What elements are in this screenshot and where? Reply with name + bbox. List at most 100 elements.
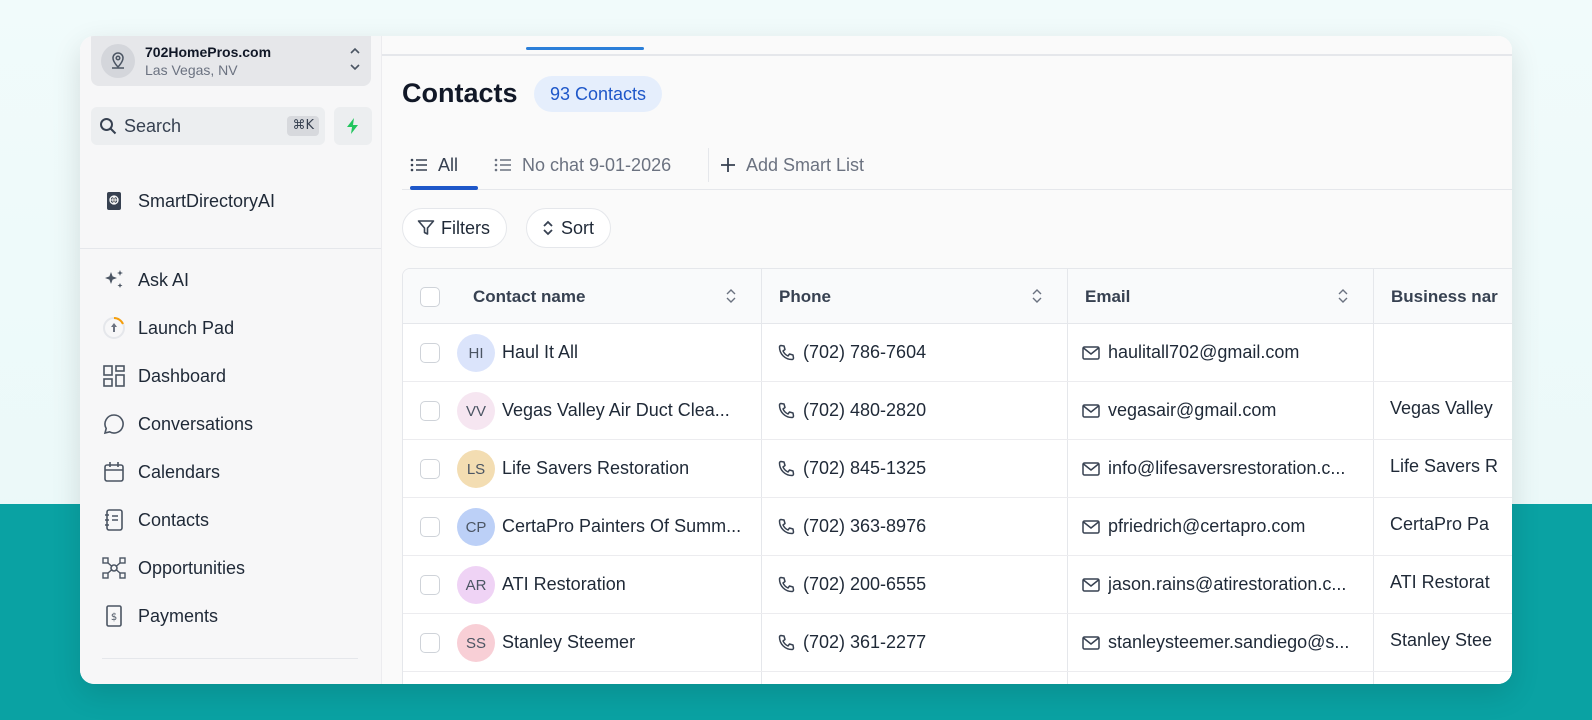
table-row[interactable]: AR ATI Restoration (702) 200-6555 jason.rai… [403,556,1512,614]
business-name: Life Savers R [1390,456,1499,476]
filters-button[interactable]: Filters [402,208,507,248]
row-checkbox[interactable] [420,633,440,653]
filters-label: Filters [441,217,490,238]
payments-icon: $ [102,604,126,628]
search-icon [99,117,117,135]
chat-icon [102,412,126,436]
app-window: 702HomePros.com Las Vegas, NV Search ⌘K … [80,36,1512,684]
opportunities-icon [102,556,126,580]
email-address[interactable]: info@lifesaversrestoration.c... [1108,458,1371,479]
sidebar-item-contacts[interactable]: Contacts [102,505,209,535]
email-address[interactable]: haulitall702@gmail.com [1108,342,1371,363]
phone-icon [777,344,795,362]
directory-book-icon [102,189,126,213]
contact-name[interactable]: Vegas Valley Air Duct Clea... [502,400,760,421]
phone-icon [777,576,795,594]
email-address[interactable]: vegasair@gmail.com [1108,400,1371,421]
sidebar-item-conversations[interactable]: Conversations [102,409,253,439]
column-header-email[interactable]: Email [1085,269,1130,324]
contact-name[interactable]: Haul It All [502,342,760,363]
table-row[interactable] [403,672,1512,684]
contacts-table: Contact name Phone Email Business nar HI… [402,268,1512,684]
sort-toggle-icon[interactable] [1337,288,1349,309]
business-name: ATI Restorat [1390,572,1490,592]
contacts-count-badge: 93 Contacts [534,76,663,112]
contact-name[interactable]: Stanley Steemer [502,632,760,653]
sidebar-item-smartdirectoryai[interactable]: SmartDirectoryAI [102,186,275,216]
column-header-phone[interactable]: Phone [779,269,831,324]
contact-name[interactable]: ATI Restoration [502,574,760,595]
table-header: Contact name Phone Email Business nar [403,269,1512,324]
sidebar-item-opportunities[interactable]: Opportunities [102,553,245,583]
sidebar-item-dashboard[interactable]: Dashboard [102,361,226,391]
email-icon [1082,461,1100,477]
sidebar-item-label: Opportunities [138,557,246,578]
email-icon [1082,635,1100,651]
column-header-business-name[interactable]: Business nar [1391,269,1498,324]
table-row[interactable]: CP CertaPro Painters Of Summ... (702) 363-… [403,498,1512,556]
sidebar-item-ask-ai[interactable]: Ask AI [102,265,189,295]
phone-number[interactable]: (702) 363-8976 [803,516,1063,537]
tab-divider [708,148,709,182]
email-icon [1082,345,1100,361]
sort-toggle-icon[interactable] [1031,288,1043,309]
phone-number[interactable]: (702) 200-6555 [803,574,1063,595]
email-icon [1082,519,1100,535]
tab-no-chat[interactable]: No chat 9-01-2026 [494,140,671,190]
select-all-checkbox[interactable] [420,287,440,307]
plus-icon [720,157,736,173]
phone-number[interactable]: (702) 361-2277 [803,632,1063,653]
row-checkbox[interactable] [420,517,440,537]
smart-list-tabs: All No chat 9-01-2026 Add Smart List [402,140,1512,190]
table-row[interactable]: SS Stanley Steemer (702) 361-2277 stanleyst… [403,614,1512,672]
phone-number[interactable]: (702) 786-7604 [803,342,1063,363]
sidebar-divider [80,248,381,249]
row-checkbox[interactable] [420,401,440,421]
table-row[interactable]: LS Life Savers Restoration (702) 845-1325 i… [403,440,1512,498]
table-row[interactable]: HI Haul It All (702) 786-7604 haulitall702@… [403,324,1512,382]
row-checkbox[interactable] [420,575,440,595]
email-icon [1082,403,1100,419]
row-checkbox[interactable] [420,343,440,363]
business-name: CertaPro Pa [1390,514,1490,534]
search-button[interactable]: Search ⌘K [91,107,325,145]
list-icon [494,157,512,173]
tab-all[interactable]: All [410,140,458,190]
phone-number[interactable]: (702) 480-2820 [803,400,1063,421]
filter-icon [417,219,435,237]
location-pin-icon [101,44,135,78]
sidebar-item-label: SmartDirectoryAI [138,190,276,211]
sort-label: Sort [561,217,595,238]
phone-icon [777,518,795,536]
calendar-icon [102,460,126,484]
avatar: HI [457,334,495,372]
tab-label: No chat 9-01-2026 [522,154,672,175]
sidebar-item-calendars[interactable]: Calendars [102,457,220,487]
table-row[interactable]: VV Vegas Valley Air Duct Clea... (702) 480… [403,382,1512,440]
sidebar-item-label: Ask AI [138,269,190,290]
email-address[interactable]: pfriedrich@certapro.com [1108,516,1371,537]
phone-number[interactable]: (702) 845-1325 [803,458,1063,479]
business-name: Stanley Stee [1390,630,1493,650]
add-smart-list-button[interactable]: Add Smart List [720,140,864,190]
bolt-icon [345,117,361,135]
search-label: Search [124,115,182,136]
sort-toggle-icon[interactable] [725,288,737,309]
contact-name[interactable]: CertaPro Painters Of Summ... [502,516,760,537]
sidebar-item-label: Payments [138,605,219,626]
sidebar-item-launch-pad[interactable]: Launch Pad [102,313,234,343]
row-checkbox[interactable] [420,459,440,479]
email-address[interactable]: jason.rains@atirestoration.c... [1108,574,1371,595]
quick-actions-button[interactable] [334,107,372,145]
contact-name[interactable]: Life Savers Restoration [502,458,760,479]
location-switcher[interactable]: 702HomePros.com Las Vegas, NV [91,36,371,86]
sidebar-item-label: Dashboard [138,365,227,386]
page-title: Contacts [402,78,518,108]
email-address[interactable]: stanleysteemer.sandiego@s... [1108,632,1371,653]
email-icon [1082,577,1100,593]
rocket-icon [102,316,126,340]
sidebar-item-payments[interactable]: $ Payments [102,601,218,631]
sort-button[interactable]: Sort [526,208,612,248]
sparkles-icon [102,268,126,292]
column-header-contact-name[interactable]: Contact name [473,269,585,324]
